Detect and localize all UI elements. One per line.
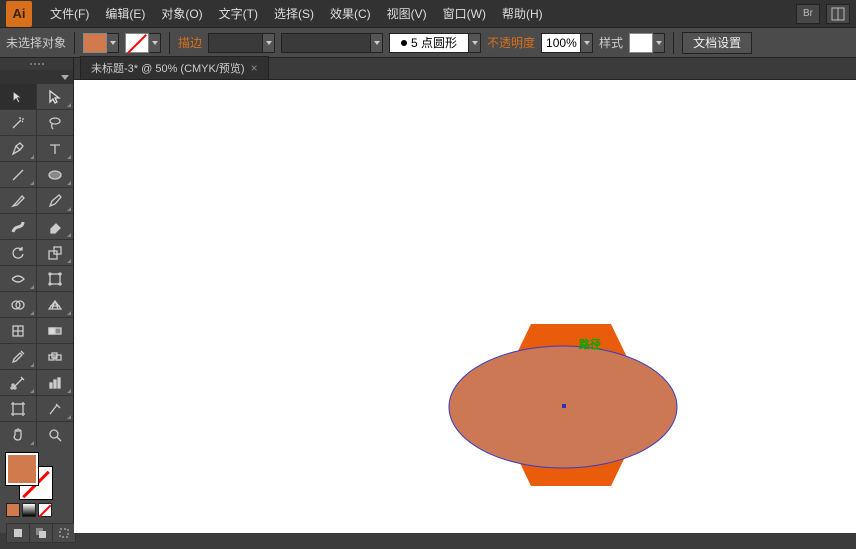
color-mode-none[interactable] <box>38 503 52 517</box>
vw-value <box>281 33 371 53</box>
arrange-docs-button[interactable] <box>826 4 850 24</box>
menu-file[interactable]: 文件(F) <box>42 0 97 28</box>
chevron-down-icon <box>371 33 383 53</box>
app-logo: Ai <box>6 1 32 27</box>
chevron-down-icon <box>469 33 481 53</box>
line-tool[interactable] <box>0 162 36 187</box>
style-swatch[interactable] <box>629 33 665 53</box>
center-point-icon <box>562 404 566 408</box>
document-setup-button[interactable]: 文档设置 <box>682 32 752 54</box>
selection-status: 未选择对象 <box>6 34 66 51</box>
zoom-tool[interactable] <box>37 422 73 447</box>
blob-brush-tool[interactable] <box>0 214 36 239</box>
mesh-tool[interactable] <box>0 318 36 343</box>
opacity-field[interactable]: 100% <box>541 33 593 53</box>
menu-effect[interactable]: 效果(C) <box>322 0 379 28</box>
close-icon[interactable]: × <box>251 61 258 75</box>
bridge-button[interactable]: Br <box>796 4 820 24</box>
menu-select[interactable]: 选择(S) <box>266 0 322 28</box>
chevron-down-icon <box>653 33 665 53</box>
ellipse-tool[interactable] <box>37 162 73 187</box>
chevron-down-icon <box>149 33 161 53</box>
panel-collapse-icon[interactable] <box>0 70 73 84</box>
column-graph-tool[interactable] <box>37 370 73 395</box>
fill-stroke-control[interactable] <box>6 453 52 499</box>
stroke-weight-value <box>208 33 263 53</box>
arrange-docs-icon <box>831 7 845 21</box>
shape-builder-tool[interactable] <box>0 292 36 317</box>
color-controls <box>0 447 73 549</box>
brush-value: 5 点圆形 <box>411 34 457 51</box>
blend-tool[interactable] <box>37 344 73 369</box>
tool-grid <box>0 84 73 447</box>
variable-width-profile[interactable] <box>281 33 383 53</box>
menu-type[interactable]: 文字(T) <box>211 0 266 28</box>
rotate-tool[interactable] <box>0 240 36 265</box>
gradient-tool[interactable] <box>37 318 73 343</box>
width-tool[interactable] <box>0 266 36 291</box>
tab-title: 未标题-3* @ 50% (CMYK/预览) <box>91 60 245 76</box>
style-label: 样式 <box>599 34 623 51</box>
no-stroke-icon <box>125 33 149 53</box>
stroke-label[interactable]: 描边 <box>178 34 202 51</box>
menu-edit[interactable]: 编辑(E) <box>97 0 153 28</box>
direct-selection-tool[interactable] <box>37 84 73 109</box>
draw-normal-mode[interactable] <box>7 524 29 542</box>
free-transform-tool[interactable] <box>37 266 73 291</box>
document-tab-bar: 未标题-3* @ 50% (CMYK/预览) × <box>0 58 856 80</box>
menu-view[interactable]: 视图(V) <box>379 0 435 28</box>
draw-inside-mode[interactable] <box>53 524 75 542</box>
opacity-value: 100% <box>541 33 581 53</box>
fill-color-icon <box>6 453 38 485</box>
smart-guide-label: 路径 <box>579 336 601 352</box>
lasso-tool[interactable] <box>37 110 73 135</box>
panel-grip-icon[interactable] <box>0 58 73 70</box>
artboard[interactable]: 路径 <box>74 80 856 533</box>
type-tool[interactable] <box>37 136 73 161</box>
eraser-tool[interactable] <box>37 214 73 239</box>
brush-field[interactable]: 5 点圆形 <box>389 33 481 53</box>
document-tab[interactable]: 未标题-3* @ 50% (CMYK/预览) × <box>80 56 269 79</box>
control-bar: 未选择对象 描边 5 点圆形 不透明度 100% 样式 文档设置 <box>0 28 856 58</box>
pen-tool[interactable] <box>0 136 36 161</box>
paintbrush-tool[interactable] <box>0 188 36 213</box>
color-mode-gradient[interactable] <box>22 503 36 517</box>
stroke-swatch[interactable] <box>125 33 161 53</box>
chevron-down-icon <box>581 33 593 53</box>
eyedropper-tool[interactable] <box>0 344 36 369</box>
color-mode-solid[interactable] <box>6 503 20 517</box>
chevron-down-icon <box>107 33 119 53</box>
workspace[interactable]: 路径 <box>74 80 856 533</box>
fill-swatch[interactable] <box>83 33 119 53</box>
symbol-sprayer-tool[interactable] <box>0 370 36 395</box>
menu-help[interactable]: 帮助(H) <box>494 0 551 28</box>
fill-color-icon <box>83 33 107 53</box>
scale-tool[interactable] <box>37 240 73 265</box>
tools-panel <box>0 58 74 533</box>
style-color-icon <box>629 33 653 53</box>
artboard-tool[interactable] <box>0 396 36 421</box>
menu-bar: Ai 文件(F) 编辑(E) 对象(O) 文字(T) 选择(S) 效果(C) 视… <box>0 0 856 28</box>
brush-dot-icon <box>401 40 407 46</box>
stroke-weight-field[interactable] <box>208 33 275 53</box>
menu-window[interactable]: 窗口(W) <box>435 0 494 28</box>
magic-wand-tool[interactable] <box>0 110 36 135</box>
menu-object[interactable]: 对象(O) <box>153 0 210 28</box>
pencil-tool[interactable] <box>37 188 73 213</box>
hand-tool[interactable] <box>0 422 36 447</box>
selection-tool[interactable] <box>0 84 36 109</box>
perspective-grid-tool[interactable] <box>37 292 73 317</box>
draw-behind-mode[interactable] <box>30 524 52 542</box>
menu-right-icons: Br <box>796 4 850 24</box>
opacity-label[interactable]: 不透明度 <box>487 34 535 51</box>
chevron-down-icon <box>263 33 275 53</box>
slice-tool[interactable] <box>37 396 73 421</box>
